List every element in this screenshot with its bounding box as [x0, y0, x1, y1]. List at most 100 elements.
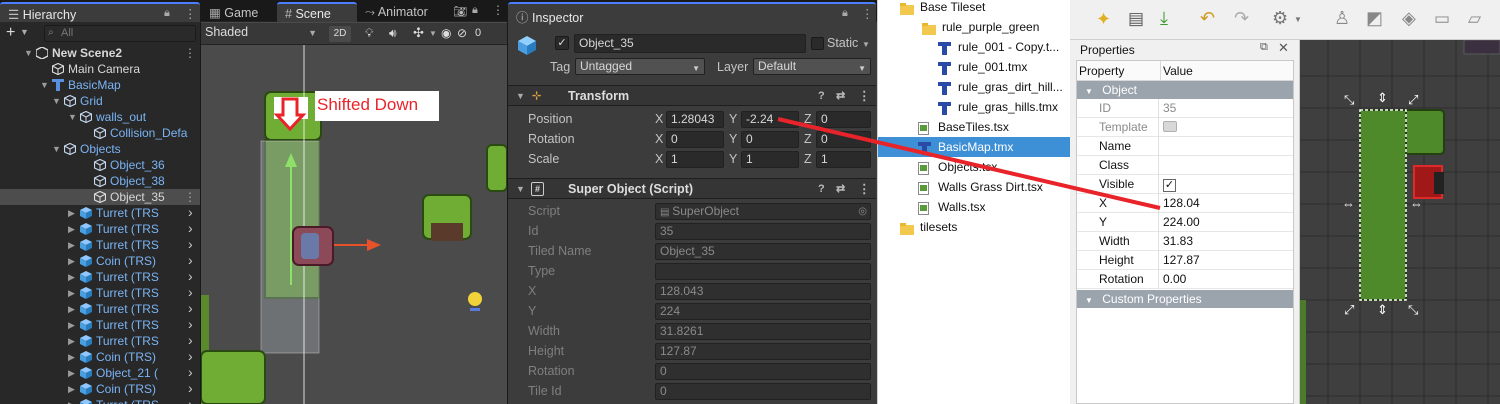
- hierarchy-row[interactable]: ▶ Turret (TRS ›: [0, 333, 200, 349]
- hidden-objects-icon[interactable]: ⊘: [457, 26, 467, 40]
- file-tree-item[interactable]: Walls.tsx: [878, 197, 1071, 217]
- add-button[interactable]: +: [6, 24, 15, 42]
- resize-handle-s[interactable]: ⇕: [1377, 302, 1388, 318]
- float-panel-icon[interactable]: ⧉: [1260, 41, 1268, 54]
- scene-viewport[interactable]: Shifted Down: [201, 45, 507, 404]
- fill-tool-icon[interactable]: ◈: [1402, 8, 1416, 29]
- expand-toggle-icon[interactable]: ▶: [68, 333, 78, 349]
- visible-checkbox[interactable]: ✓: [1161, 175, 1176, 193]
- eraser-icon[interactable]: ▭: [1434, 9, 1450, 29]
- resize-handle-n[interactable]: ⇕: [1377, 90, 1388, 106]
- expand-toggle-icon[interactable]: ▶: [68, 397, 78, 404]
- toggle-2d-button[interactable]: 2D: [329, 26, 351, 42]
- tag-dropdown[interactable]: Untagged ▼: [575, 58, 705, 75]
- hierarchy-row[interactable]: ▶ Turret (TRS ›: [0, 317, 200, 333]
- file-tree-item[interactable]: rule_gras_hills.tmx: [878, 97, 1071, 117]
- chevron-right-icon[interactable]: ›: [188, 269, 193, 284]
- chevron-down-icon[interactable]: ▼: [20, 27, 29, 37]
- expand-toggle-icon[interactable]: ▶: [68, 269, 78, 285]
- expand-toggle-icon[interactable]: ▼: [52, 93, 62, 109]
- position-z-label[interactable]: Z: [804, 112, 812, 126]
- file-tree-item[interactable]: rule_001.tmx: [878, 57, 1071, 77]
- new-icon[interactable]: ✦: [1096, 9, 1111, 30]
- chevron-right-icon[interactable]: ›: [188, 397, 193, 404]
- hierarchy-row[interactable]: Collision_Defa: [0, 125, 200, 141]
- open-folder-icon[interactable]: ▤: [1128, 9, 1144, 29]
- save-icon[interactable]: ⤓: [1160, 8, 1168, 29]
- lock-icon[interactable]: 🔒︎: [472, 4, 478, 17]
- property-row[interactable]: Y 224.00: [1077, 213, 1293, 232]
- camera-icon[interactable]: 📷︎: [453, 5, 467, 18]
- chevron-right-icon[interactable]: ›: [188, 253, 193, 268]
- expand-toggle-icon[interactable]: ▼: [52, 141, 62, 157]
- property-row[interactable]: Width 31.83: [1077, 232, 1293, 251]
- stamp-tool-icon[interactable]: ♙: [1334, 8, 1350, 29]
- hierarchy-row[interactable]: Main Camera: [0, 61, 200, 77]
- rotation-x-label[interactable]: X: [655, 132, 663, 146]
- hierarchy-row[interactable]: ▼ BasicMap: [0, 77, 200, 93]
- rotation-y-label[interactable]: Y: [729, 132, 737, 146]
- chevron-right-icon[interactable]: ›: [188, 381, 193, 396]
- chevron-right-icon[interactable]: ›: [188, 317, 193, 332]
- more-menu-icon[interactable]: ⋮: [184, 189, 196, 205]
- transform-header[interactable]: ▼ ⊹ Transform ? ⇄ ⋮: [508, 85, 876, 106]
- expand-toggle-icon[interactable]: ▶: [68, 205, 78, 221]
- help-icon[interactable]: ?: [818, 179, 825, 199]
- expand-toggle-icon[interactable]: ▼: [40, 77, 50, 93]
- object-picker-icon[interactable]: ◎: [858, 204, 867, 219]
- resize-handle-se[interactable]: ⤡: [1408, 302, 1418, 318]
- property-row[interactable]: Rotation 0.00: [1077, 270, 1293, 289]
- file-tree-item[interactable]: Objects.tsx: [878, 157, 1071, 177]
- tiled-map-view[interactable]: ⤡ ⇕ ⤢ ⇔ ⇔ ⤢ ⇕ ⤡: [1300, 40, 1500, 404]
- more-menu-icon[interactable]: ⋮: [184, 6, 197, 21]
- expand-toggle-icon[interactable]: ▶: [68, 365, 78, 381]
- chevron-right-icon[interactable]: ›: [188, 301, 193, 316]
- hierarchy-row[interactable]: ▼ Grid: [0, 93, 200, 109]
- scale-y-field[interactable]: 1: [741, 151, 799, 168]
- hierarchy-row[interactable]: Object_35 ⋮: [0, 189, 200, 205]
- script-field[interactable]: ▤ SuperObject ◎: [655, 203, 871, 220]
- hierarchy-row[interactable]: ▶ Turret (TRS ›: [0, 221, 200, 237]
- scale-y-label[interactable]: Y: [729, 152, 737, 166]
- property-row[interactable]: ID 35: [1077, 99, 1293, 118]
- effects-icon[interactable]: ✣: [413, 25, 424, 41]
- file-tree-item[interactable]: Walls Grass Dirt.tsx: [878, 177, 1071, 197]
- settings-icon[interactable]: ⚙: [1272, 8, 1288, 29]
- hierarchy-row[interactable]: ▶ Coin (TRS) ›: [0, 349, 200, 365]
- expand-toggle-icon[interactable]: ▶: [68, 285, 78, 301]
- group-object[interactable]: ▼ Object: [1077, 81, 1293, 99]
- expand-toggle-icon[interactable]: ▼: [24, 45, 34, 61]
- chevron-right-icon[interactable]: ›: [188, 221, 193, 236]
- position-z-field[interactable]: 0: [816, 111, 871, 128]
- hierarchy-row[interactable]: Object_36: [0, 157, 200, 173]
- expand-toggle-icon[interactable]: ▼: [68, 109, 78, 125]
- rotation-x-field[interactable]: 0: [666, 131, 724, 148]
- lighting-icon[interactable]: 💡︎: [365, 26, 373, 41]
- hierarchy-row[interactable]: ▶ Turret (TRS ›: [0, 285, 200, 301]
- property-row[interactable]: Name: [1077, 137, 1293, 156]
- close-icon[interactable]: ✕: [1278, 40, 1289, 56]
- lock-icon[interactable]: 🔒︎: [842, 7, 848, 20]
- hierarchy-row[interactable]: ▶ Turret (TRS ›: [0, 205, 200, 221]
- file-tree-item[interactable]: tilesets: [878, 217, 1071, 237]
- terrain-tool-icon[interactable]: ◩: [1366, 8, 1383, 29]
- chevron-right-icon[interactable]: ›: [188, 349, 193, 364]
- resize-handle-w[interactable]: ⇔: [1342, 196, 1355, 211]
- chevron-right-icon[interactable]: ›: [188, 237, 193, 252]
- more-menu-icon[interactable]: ⋮: [858, 86, 871, 106]
- preset-icon[interactable]: ⇄: [836, 86, 845, 106]
- tab-inspector[interactable]: ⓘ Inspector 🔒︎ ⋮: [508, 2, 876, 25]
- more-menu-icon[interactable]: ⋮: [861, 6, 874, 21]
- expand-toggle-icon[interactable]: ▶: [68, 381, 78, 397]
- expand-toggle-icon[interactable]: ▶: [68, 237, 78, 253]
- hierarchy-row[interactable]: ▼ New Scene2 ⋮: [0, 45, 200, 61]
- property-row[interactable]: Visible ✓: [1077, 175, 1293, 194]
- file-tree-item[interactable]: Base Tileset: [878, 0, 1071, 17]
- search-input[interactable]: ⌕ All: [44, 25, 196, 42]
- hierarchy-row[interactable]: Object_38: [0, 173, 200, 189]
- tab-game[interactable]: ▦ Game: [201, 2, 277, 22]
- expand-toggle-icon[interactable]: ▶: [68, 301, 78, 317]
- file-tree-item[interactable]: BaseTiles.tsx: [878, 117, 1071, 137]
- expand-toggle-icon[interactable]: ▶: [68, 253, 78, 269]
- file-tree-item[interactable]: rule_001 - Copy.t...: [878, 37, 1071, 57]
